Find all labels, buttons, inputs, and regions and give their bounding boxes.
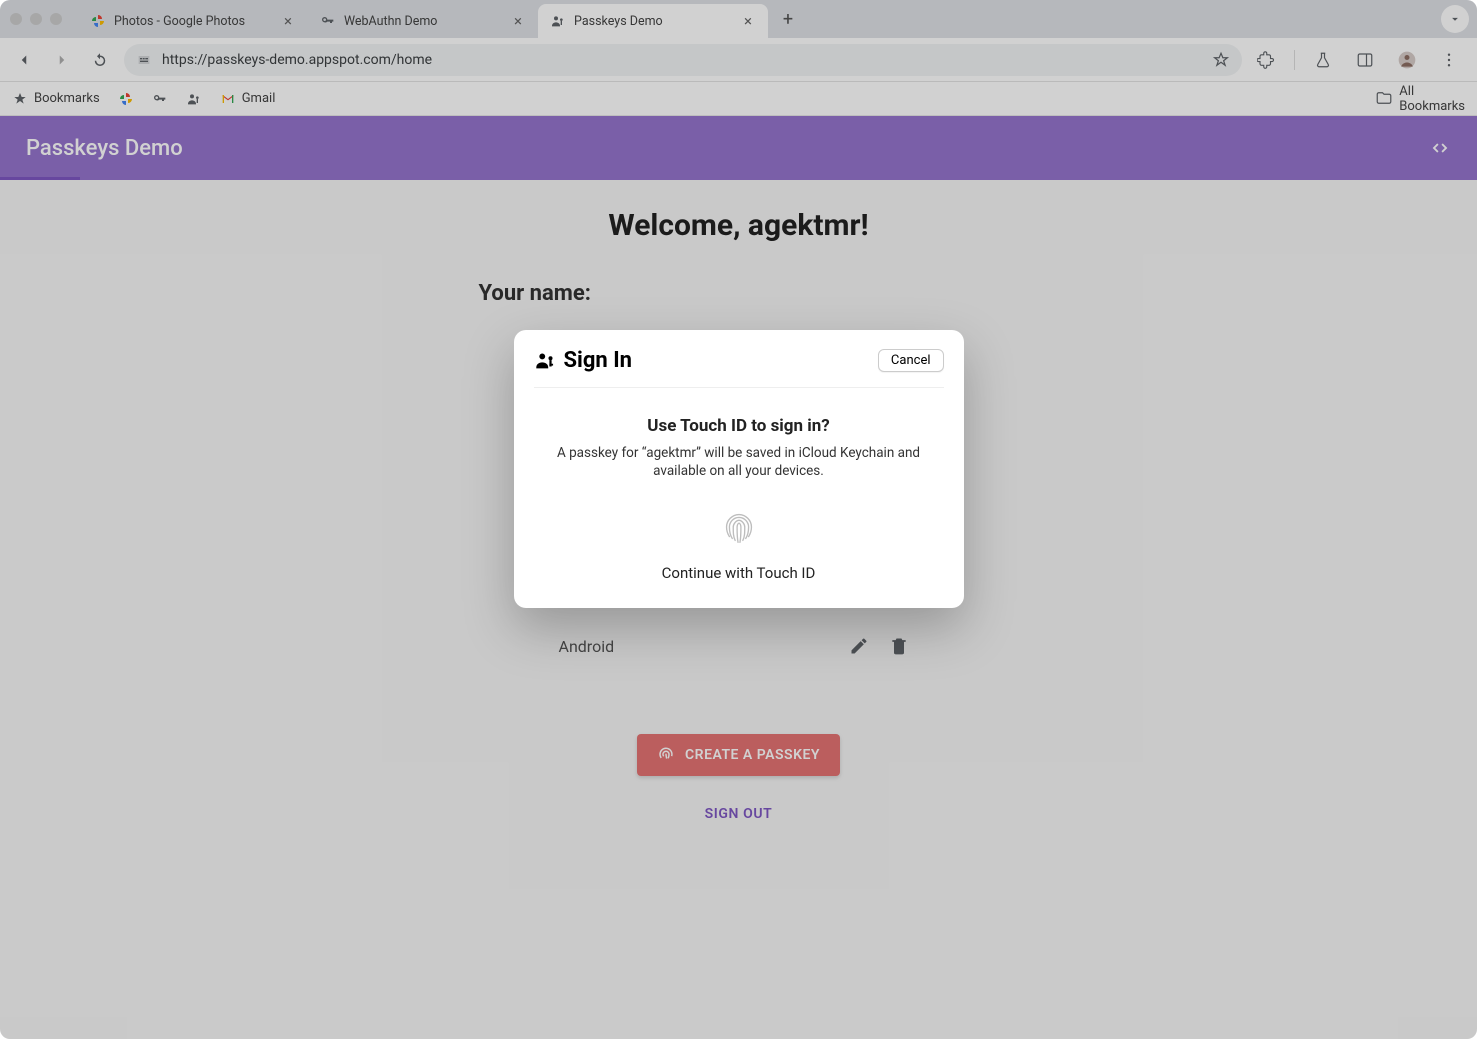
- fingerprint-icon[interactable]: [716, 504, 762, 550]
- cancel-button[interactable]: Cancel: [878, 349, 944, 372]
- touch-id-label: Continue with Touch ID: [534, 564, 944, 582]
- passkey-icon: [534, 350, 556, 372]
- dialog-body-text: A passkey for “agektmr” will be saved in…: [534, 444, 944, 480]
- dialog-heading: Use Touch ID to sign in?: [534, 416, 944, 436]
- dialog-title: Sign In: [564, 348, 633, 373]
- signin-dialog: Sign In Cancel Use Touch ID to sign in? …: [514, 330, 964, 608]
